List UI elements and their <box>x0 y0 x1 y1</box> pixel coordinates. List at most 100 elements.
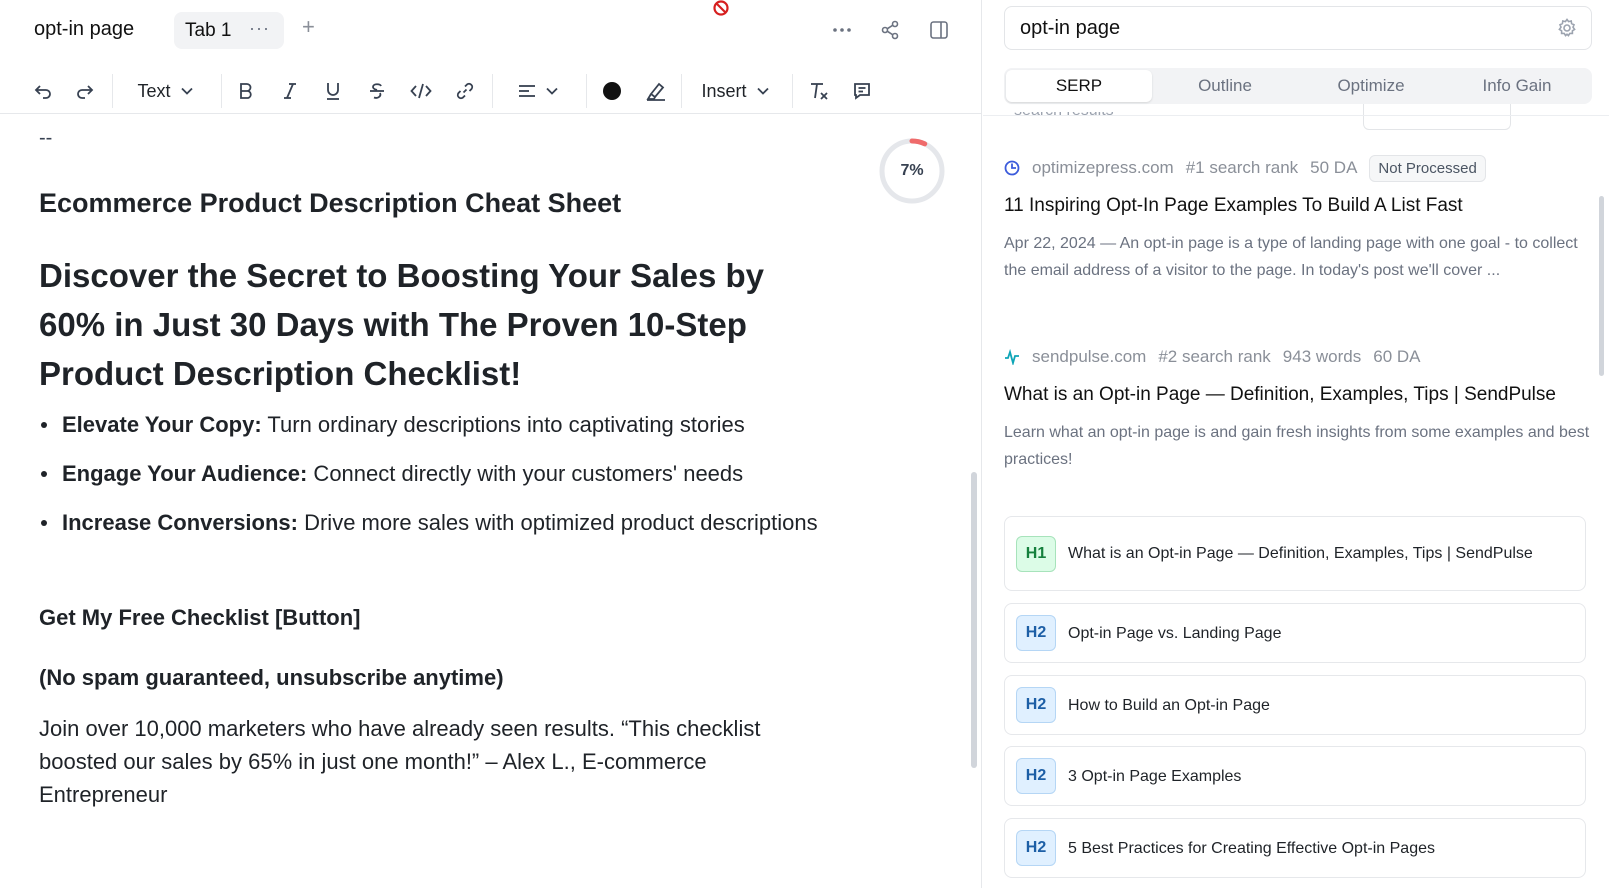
result-word-count: 943 words <box>1282 347 1362 366</box>
tab-1[interactable]: Tab 1 ··· <box>174 12 284 49</box>
align-left-icon <box>519 85 535 97</box>
toolbar-divider <box>586 74 587 108</box>
research-sidebar: opt-in page SERP Outline Optimize Info G… <box>983 0 1609 888</box>
heading-text: What is an Opt-in Page — Definition, Exa… <box>1068 545 1533 562</box>
insert-dropdown[interactable]: Insert <box>700 78 770 104</box>
heading-text: Opt-in Page vs. Landing Page <box>1068 624 1282 642</box>
add-tab-button[interactable]: + <box>302 14 315 40</box>
bullet-text: Drive more sales with optimized product … <box>297 510 818 535</box>
link-icon[interactable] <box>452 78 478 104</box>
toolbar-divider <box>681 74 682 108</box>
highlight-icon[interactable] <box>643 78 669 104</box>
bullet-text: Connect directly with your customers' ne… <box>307 461 744 486</box>
chevron-down-icon <box>546 87 558 95</box>
strikethrough-icon[interactable] <box>364 78 390 104</box>
align-dropdown[interactable] <box>515 78 561 104</box>
heading-text: 3 Opt-in Page Examples <box>1068 767 1242 785</box>
undo-icon[interactable] <box>30 78 56 104</box>
headline: Discover the Secret to Boosting Your Sal… <box>39 257 764 392</box>
keyword-field[interactable]: opt-in page <box>1004 6 1592 50</box>
separator-text: -- <box>39 127 53 149</box>
text-style-dropdown[interactable]: Text <box>135 78 195 104</box>
filter-button-partial[interactable] <box>1363 104 1511 130</box>
toolbar-divider <box>492 74 493 108</box>
heading-level-badge: H2 <box>1016 830 1056 866</box>
heading-level-badge: H2 <box>1016 687 1056 723</box>
chevron-down-icon <box>180 87 193 95</box>
bullet-text: Turn ordinary descriptions into captivat… <box>261 412 745 437</box>
code-icon[interactable] <box>408 78 434 104</box>
testimonial-text: Join over 10,000 marketers who have alre… <box>39 716 761 807</box>
toggle-sidebar-icon[interactable] <box>926 17 952 43</box>
editor-topbar: opt-in page Tab 1 ··· + <box>0 0 982 60</box>
result-domain[interactable]: optimizepress.com <box>1032 158 1174 178</box>
redo-icon[interactable] <box>72 78 98 104</box>
chevron-down-icon <box>756 87 769 95</box>
heading-card[interactable]: H2 5 Best Practices for Creating Effecti… <box>1004 818 1586 878</box>
editor-pane: opt-in page Tab 1 ··· + Text Insert -- 7… <box>0 0 982 888</box>
result-title[interactable]: What is an Opt-in Page — Definition, Exa… <box>1004 379 1594 411</box>
result-snippet: Apr 22, 2024 — An opt-in page is a type … <box>1004 235 1578 279</box>
tab-info-gain[interactable]: Info Gain <box>1444 70 1590 102</box>
share-icon[interactable] <box>877 17 903 43</box>
document-title[interactable]: opt-in page <box>34 18 134 41</box>
gear-icon[interactable] <box>1557 18 1577 38</box>
list-item: Elevate Your Copy: Turn ordinary descrip… <box>39 408 839 441</box>
result-meta: sendpulse.com #2 search rank 943 words 6… <box>1004 343 1594 371</box>
insert-label: Insert <box>701 80 747 101</box>
tab-label: Tab 1 <box>185 19 232 41</box>
list-item: Increase Conversions: Drive more sales w… <box>39 506 839 539</box>
more-options-icon[interactable] <box>829 17 855 43</box>
bold-icon[interactable] <box>233 78 259 104</box>
tab-serp[interactable]: SERP <box>1006 70 1152 102</box>
heading-level-badge: H1 <box>1016 535 1056 572</box>
result-snippet: Learn what an opt-in page is and gain fr… <box>1004 424 1590 468</box>
results-count-partial: • search results <box>1004 102 1114 119</box>
comment-icon[interactable] <box>849 78 875 104</box>
heading-card[interactable]: H2 How to Build an Opt-in Page <box>1004 675 1586 735</box>
result-da: 50 DA <box>1310 158 1358 177</box>
sidebar-divider <box>983 115 1609 116</box>
status-badge: Not Processed <box>1369 154 1486 182</box>
blocked-icon <box>713 0 729 16</box>
heading-card[interactable]: H2 3 Opt-in Page Examples <box>1004 746 1586 806</box>
editor-scrollbar[interactable] <box>971 472 977 768</box>
toolbar-divider <box>112 74 113 108</box>
sidebar-tabs: SERP Outline Optimize Info Gain <box>1004 68 1592 104</box>
heading-level-badge: H2 <box>1016 758 1056 794</box>
heading-level-badge: H2 <box>1016 615 1056 651</box>
subheading: Ecommerce Product Description Cheat Shee… <box>39 188 622 218</box>
document-content[interactable]: -- 7% Ecommerce Product Description Chea… <box>0 115 970 888</box>
sidebar-scrollbar[interactable] <box>1599 196 1604 376</box>
clear-formatting-icon[interactable] <box>806 78 832 104</box>
no-spam-text: (No spam guaranteed, unsubscribe anytime… <box>39 665 504 690</box>
result-domain[interactable]: sendpulse.com <box>1032 347 1146 367</box>
tab-menu-icon[interactable]: ··· <box>249 18 270 39</box>
content-score-ring: 7% <box>878 137 946 205</box>
result-rank: #2 search rank <box>1158 347 1271 366</box>
bullet-bold: Increase Conversions: <box>62 510 298 535</box>
keyword-value: opt-in page <box>1020 16 1121 39</box>
result-meta: optimizepress.com #1 search rank 50 DA N… <box>1004 154 1594 182</box>
italic-icon[interactable] <box>277 78 303 104</box>
underline-icon[interactable] <box>320 78 346 104</box>
text-color-button[interactable] <box>599 78 625 104</box>
result-title[interactable]: 11 Inspiring Opt-In Page Examples To Bui… <box>1004 190 1594 222</box>
content-score-value: 7% <box>900 162 924 179</box>
benefit-list: Elevate Your Copy: Turn ordinary descrip… <box>39 408 839 555</box>
toolbar-divider <box>221 74 222 108</box>
heading-card[interactable]: H1 What is an Opt-in Page — Definition, … <box>1004 516 1586 591</box>
serp-result[interactable]: sendpulse.com #2 search rank 943 words 6… <box>1004 343 1594 473</box>
formatting-toolbar: Text Insert <box>0 68 982 114</box>
tab-outline[interactable]: Outline <box>1152 70 1298 102</box>
heading-text: How to Build an Opt-in Page <box>1068 696 1270 714</box>
result-rank: #1 search rank <box>1185 158 1299 177</box>
tab-optimize[interactable]: Optimize <box>1298 70 1444 102</box>
optimizepress-favicon-icon <box>1004 160 1020 176</box>
heading-card[interactable]: H2 Opt-in Page vs. Landing Page <box>1004 603 1586 663</box>
serp-result[interactable]: optimizepress.com #1 search rank 50 DA N… <box>1004 154 1594 284</box>
cta-text: Get My Free Checklist [Button] <box>39 605 361 630</box>
result-da: 60 DA <box>1373 347 1421 366</box>
list-item: Engage Your Audience: Connect directly w… <box>39 457 839 490</box>
bullet-bold: Elevate Your Copy: <box>62 412 262 437</box>
